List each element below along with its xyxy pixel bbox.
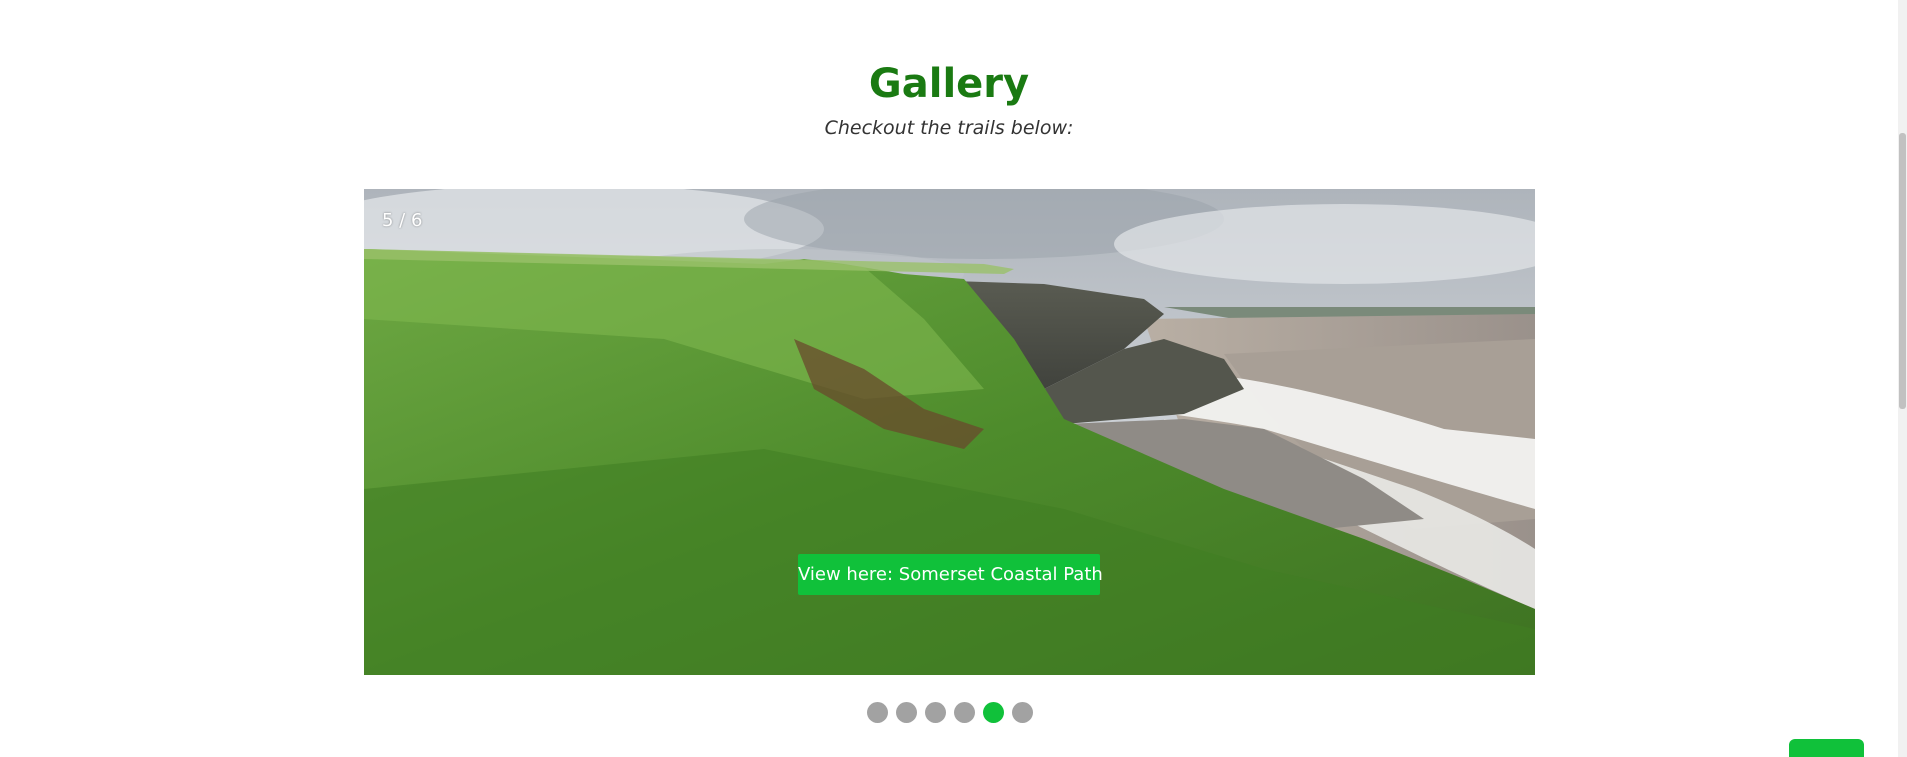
slide-image <box>364 189 1535 675</box>
slide-dot-4[interactable] <box>954 702 975 723</box>
slide-counter: 5 / 6 <box>382 210 423 231</box>
gallery-section: Gallery Checkout the trails below: 5 / 6… <box>0 0 1898 757</box>
slide-dots <box>867 702 1033 723</box>
slide-dot-6[interactable] <box>1012 702 1033 723</box>
slide-dot-2[interactable] <box>896 702 917 723</box>
slide-dot-1[interactable] <box>867 702 888 723</box>
slide-dot-3[interactable] <box>925 702 946 723</box>
slide-dot-5[interactable] <box>983 702 1004 723</box>
scrollbar-thumb[interactable] <box>1899 133 1906 409</box>
floating-action-button[interactable] <box>1789 739 1864 757</box>
slideshow[interactable]: 5 / 6 View here: Somerset Coastal Path <box>364 189 1535 675</box>
view-trail-button[interactable]: View here: Somerset Coastal Path <box>798 554 1103 595</box>
gallery-subtitle: Checkout the trails below: <box>824 117 1074 139</box>
page-scrollbar[interactable] <box>1898 0 1907 757</box>
page: Gallery Checkout the trails below: 5 / 6… <box>0 0 1907 757</box>
gallery-title: Gallery <box>868 61 1030 107</box>
